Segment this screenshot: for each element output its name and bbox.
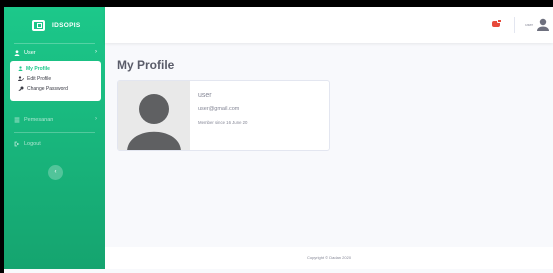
sidebar-item-label: User xyxy=(24,49,36,56)
sidebar-item-label: Logout xyxy=(24,140,41,147)
submenu-item-edit-profile[interactable]: Edit Profile xyxy=(10,74,101,84)
sidebar: IDSOPIS User › My Profile Edit Profile C… xyxy=(4,7,105,269)
footer: Copyright © Dadan 2020 xyxy=(105,247,553,269)
list-icon xyxy=(14,117,20,123)
sidebar-item-logout[interactable]: Logout xyxy=(4,135,105,152)
topbar: user xyxy=(105,7,553,43)
submenu-item-my-profile[interactable]: My Profile xyxy=(10,64,101,74)
submenu-label: Change Password xyxy=(27,86,68,92)
topbar-username[interactable]: user xyxy=(525,22,533,27)
alert-badge xyxy=(497,19,502,23)
copyright-text: Copyright © Dadan 2020 xyxy=(306,255,352,260)
user-submenu: My Profile Edit Profile Change Password xyxy=(10,61,101,101)
brand[interactable]: IDSOPIS xyxy=(4,7,105,43)
profile-email: user@gmail.com xyxy=(198,106,240,112)
chevron-right-icon: › xyxy=(95,116,97,122)
user-edit-icon xyxy=(18,75,24,83)
default-avatar-icon xyxy=(127,94,181,150)
sidebar-toggle-button[interactable]: ‹ xyxy=(48,165,63,180)
sidebar-item-label: Pemesanan xyxy=(24,116,54,123)
sidebar-divider xyxy=(14,132,95,133)
page-title: My Profile xyxy=(117,58,175,72)
sidebar-item-user[interactable]: User › xyxy=(4,44,105,61)
chevron-left-icon: ‹ xyxy=(54,169,57,175)
brand-name: IDSOPIS xyxy=(52,21,81,29)
topbar-divider xyxy=(514,17,515,33)
key-icon xyxy=(18,86,24,93)
chevron-right-icon: › xyxy=(95,49,97,55)
laptop-icon xyxy=(32,19,45,31)
sign-out-icon xyxy=(14,141,20,147)
submenu-item-change-password[interactable]: Change Password xyxy=(10,84,101,94)
user-avatar-icon[interactable] xyxy=(537,18,549,31)
app-frame: IDSOPIS User › My Profile Edit Profile C… xyxy=(4,7,553,273)
profile-card: user user@gmail.com Member since 16 June… xyxy=(117,80,330,151)
submenu-label: Edit Profile xyxy=(27,76,52,82)
profile-name: user xyxy=(198,92,212,99)
sidebar-item-pemesanan[interactable]: Pemesanan › xyxy=(4,111,105,128)
submenu-label: My Profile xyxy=(26,66,50,72)
user-icon xyxy=(18,65,23,73)
profile-member-since: Member since 16 June 20 xyxy=(198,120,248,125)
profile-photo xyxy=(118,81,190,150)
user-icon xyxy=(14,49,20,56)
